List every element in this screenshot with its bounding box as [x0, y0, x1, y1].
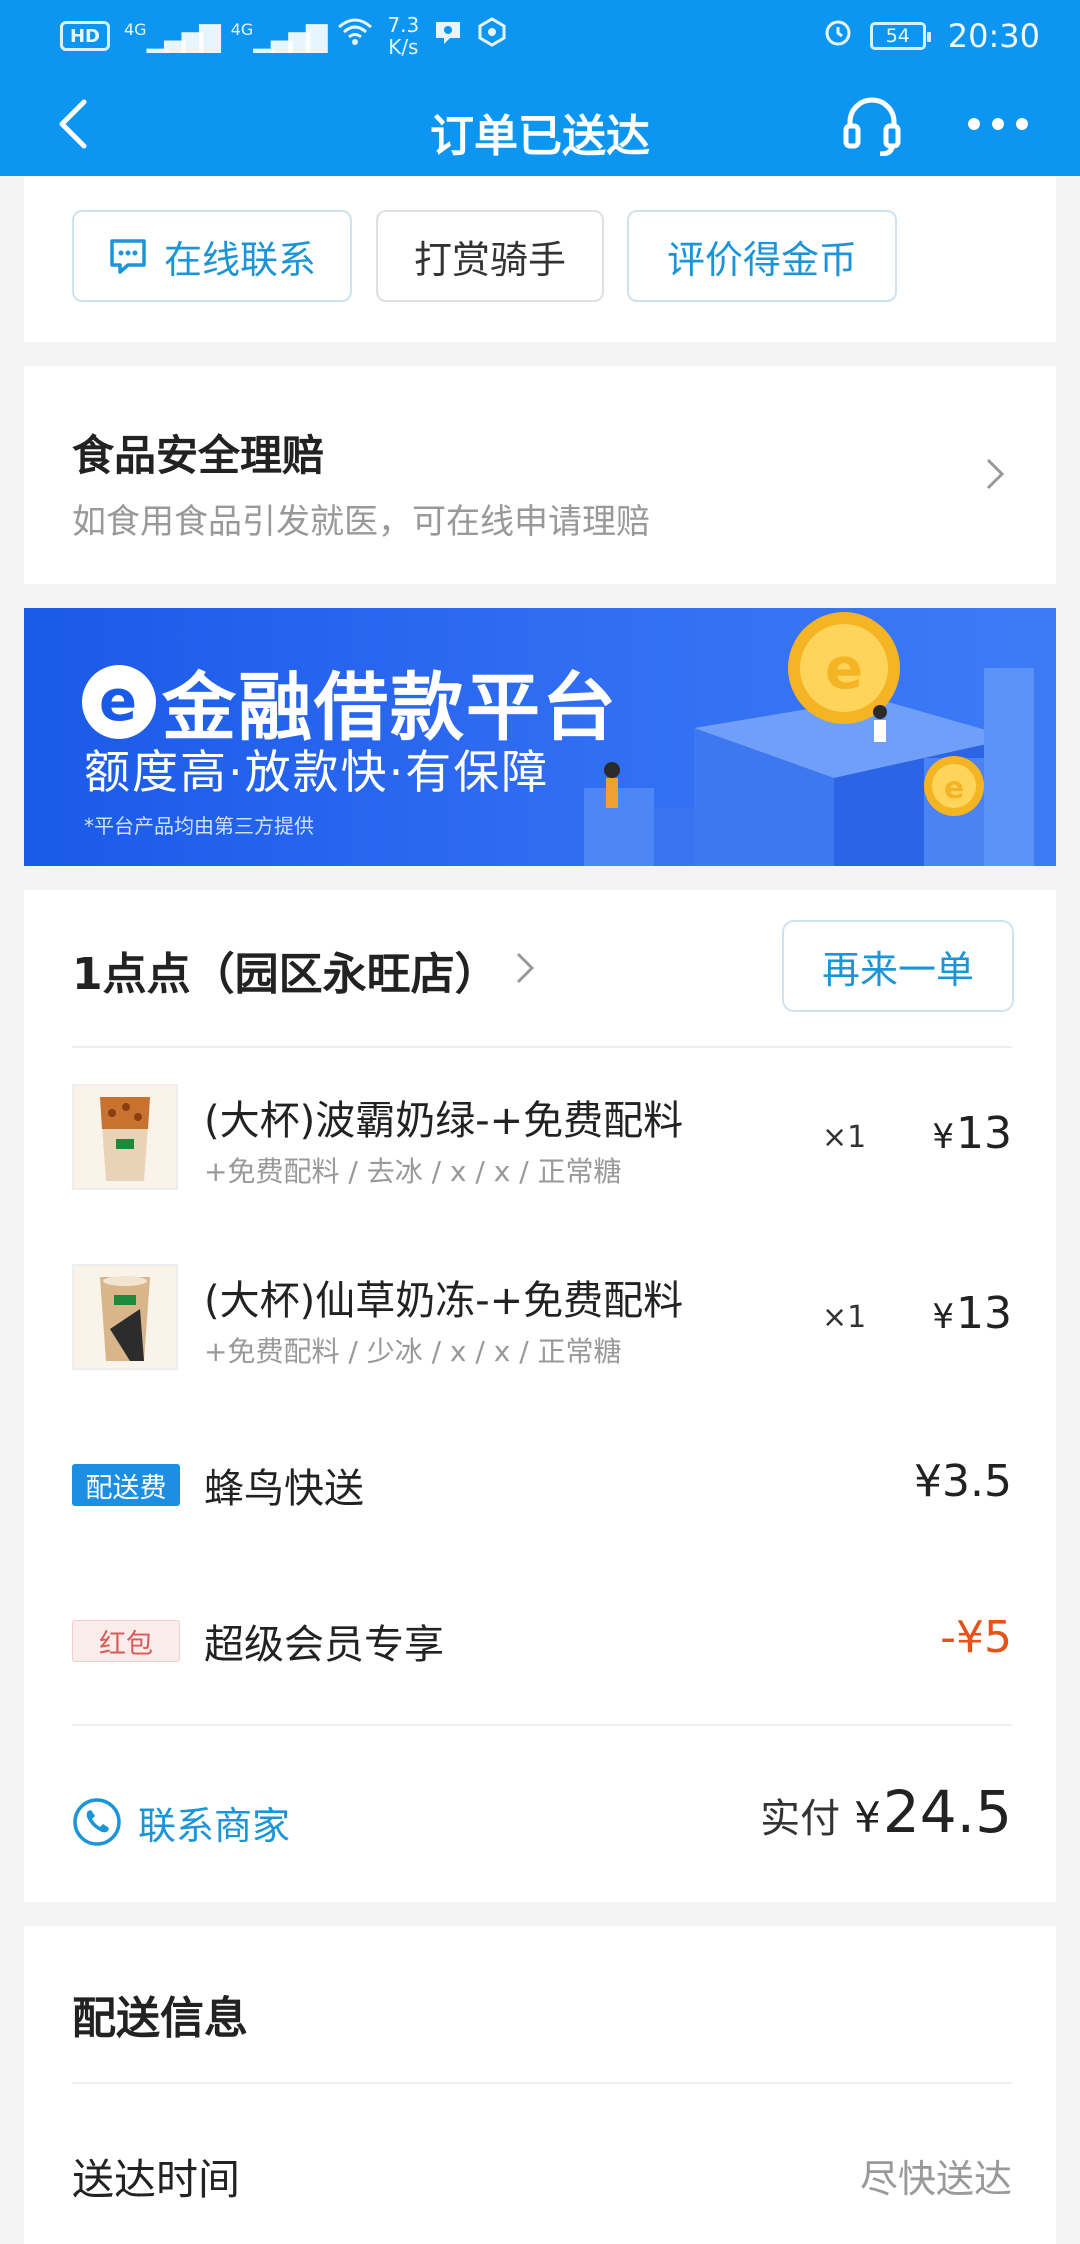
item-price-value: 13: [956, 1108, 1012, 1159]
network-speed-value: 7.3: [387, 13, 420, 37]
banner-illustration: e e: [584, 612, 1034, 866]
phone-icon: [73, 1798, 121, 1846]
order-item: (大杯)仙草奶冻-+免费配料 +免费配料 / 少冰 / x / x / 正常糖 …: [72, 1264, 1012, 1374]
red-packet-tag: 红包: [72, 1620, 180, 1662]
banner-subtitle: 额度高·放款快·有保障: [84, 745, 550, 799]
delivery-time-label: 送达时间: [72, 2155, 241, 2204]
item-price-value: 13: [956, 1288, 1012, 1339]
food-safety-subtitle: 如食用食品引发就医，可在线申请理赔: [72, 502, 650, 542]
app-notification-icon: [477, 17, 507, 55]
top-bar: HD 4G▁▃▅▇ 4G▁▃▅▇ 7.3 K/s 54 20:30 订单已送达: [0, 0, 1080, 176]
currency-symbol: ¥: [854, 1793, 881, 1842]
review-button[interactable]: 评价得金币: [627, 210, 897, 302]
customer-service-button[interactable]: [840, 92, 904, 157]
battery-icon: 54: [869, 22, 931, 50]
status-left: HD 4G▁▃▅▇ 4G▁▃▅▇ 7.3 K/s: [60, 14, 507, 58]
tip-rider-label: 打赏骑手: [413, 237, 566, 282]
order-detail-card: 1点点（园区永旺店） 再来一单 (大杯)波霸奶绿-+免费配料 +免费配料 / 去…: [24, 890, 1056, 1902]
chevron-right-icon[interactable]: [512, 946, 540, 990]
svg-text:e: e: [944, 771, 964, 806]
delivery-info-card: 配送信息 送达时间 尽快送达: [24, 1926, 1056, 2244]
paid-label: 实付: [760, 1796, 841, 1842]
shop-name[interactable]: 1点点（园区永旺店）: [72, 938, 499, 1002]
wifi-icon: [337, 17, 373, 55]
loan-ad-banner[interactable]: e 金融借款平台 额度高·放款快·有保障 *平台产品均由第三方提供 e e: [24, 608, 1056, 866]
currency-symbol: ¥: [932, 1297, 954, 1337]
paid-amount-value: 24.5: [882, 1778, 1012, 1846]
divider: [72, 2082, 1012, 2084]
network-speed-unit: K/s: [388, 35, 419, 59]
food-safety-title: 食品安全理赔: [72, 431, 325, 480]
signal-icon: 4G▁▃▅▇: [124, 19, 221, 53]
page-title: 订单已送达: [430, 111, 650, 162]
chat-icon: [110, 239, 146, 274]
delivery-fee-tag: 配送费: [72, 1464, 180, 1506]
red-packet-row: 红包 超级会员专享 -¥5: [72, 1612, 1012, 1672]
delivery-time-value: 尽快送达: [859, 2157, 1012, 2201]
item-thumbnail: [72, 1084, 178, 1190]
alarm-icon: [822, 16, 854, 56]
item-quantity: ×1: [822, 1300, 867, 1335]
delivery-info-title: 配送信息: [72, 1993, 248, 2044]
order-item: (大杯)波霸奶绿-+免费配料 +免费配料 / 去冰 / x / x / 正常糖 …: [72, 1084, 1012, 1194]
order-actions-card: 在线联系 打赏骑手 评价得金币: [24, 176, 1056, 342]
divider: [72, 1046, 1012, 1048]
more-dot-icon: [992, 118, 1004, 130]
contact-merchant-button[interactable]: 联系商家: [72, 1792, 290, 1852]
tip-rider-button[interactable]: 打赏骑手: [376, 210, 604, 302]
paid-total: 实付 ¥24.5: [760, 1778, 1012, 1846]
status-bar: HD 4G▁▃▅▇ 4G▁▃▅▇ 7.3 K/s 54 20:30: [0, 0, 1080, 72]
more-dot-icon: [1016, 118, 1028, 130]
item-spec: +免费配料 / 去冰 / x / x / 正常糖: [204, 1155, 622, 1188]
food-safety-card[interactable]: 食品安全理赔 如食用食品引发就医，可在线申请理赔: [24, 366, 1056, 584]
paid-amount: ¥24.5: [854, 1778, 1012, 1846]
svg-text:e: e: [825, 637, 863, 702]
chevron-right-icon: [986, 458, 1005, 490]
online-contact-button[interactable]: 在线联系: [72, 210, 352, 302]
signal-icon-2: 4G▁▃▅▇: [230, 19, 328, 53]
network-type-label-2: 4G: [230, 19, 254, 39]
reorder-button[interactable]: 再来一单: [782, 920, 1014, 1012]
more-options-button[interactable]: [958, 94, 1038, 154]
item-name: (大杯)波霸奶绿-+免费配料: [204, 1098, 684, 1144]
online-contact-label: 在线联系: [163, 237, 316, 282]
notification-icon: [433, 17, 463, 55]
divider: [72, 1724, 1012, 1726]
delivery-fee-label: 蜂鸟快送: [204, 1466, 364, 1512]
banner-note: *平台产品均由第三方提供: [84, 814, 314, 838]
item-thumbnail: [72, 1264, 178, 1370]
more-dot-icon: [968, 118, 980, 130]
red-packet-label: 超级会员专享: [204, 1622, 444, 1668]
item-quantity: ×1: [822, 1120, 867, 1155]
nav-bar: 订单已送达: [0, 72, 1080, 176]
red-packet-amount: -¥5: [940, 1612, 1012, 1663]
review-label: 评价得金币: [666, 237, 857, 282]
eleme-logo-icon: e: [82, 664, 156, 739]
contact-merchant-label: 联系商家: [138, 1803, 291, 1848]
delivery-fee-amount: ¥3.5: [914, 1456, 1012, 1507]
item-price: ¥13: [932, 1108, 1012, 1159]
hd-icon: HD: [60, 21, 110, 51]
headset-icon: [843, 97, 901, 157]
currency-symbol: ¥: [932, 1117, 954, 1157]
network-type-label: 4G: [124, 19, 147, 39]
network-speed: 7.3 K/s: [387, 14, 419, 58]
item-price: ¥13: [932, 1288, 1012, 1339]
item-spec: +免费配料 / 少冰 / x / x / 正常糖: [204, 1335, 622, 1368]
status-time: 20:30: [947, 17, 1040, 55]
delivery-fee-row: 配送费 蜂鸟快送 ¥3.5: [72, 1456, 1012, 1516]
status-right: 54 20:30: [822, 14, 1040, 58]
item-name: (大杯)仙草奶冻-+免费配料: [204, 1278, 684, 1324]
